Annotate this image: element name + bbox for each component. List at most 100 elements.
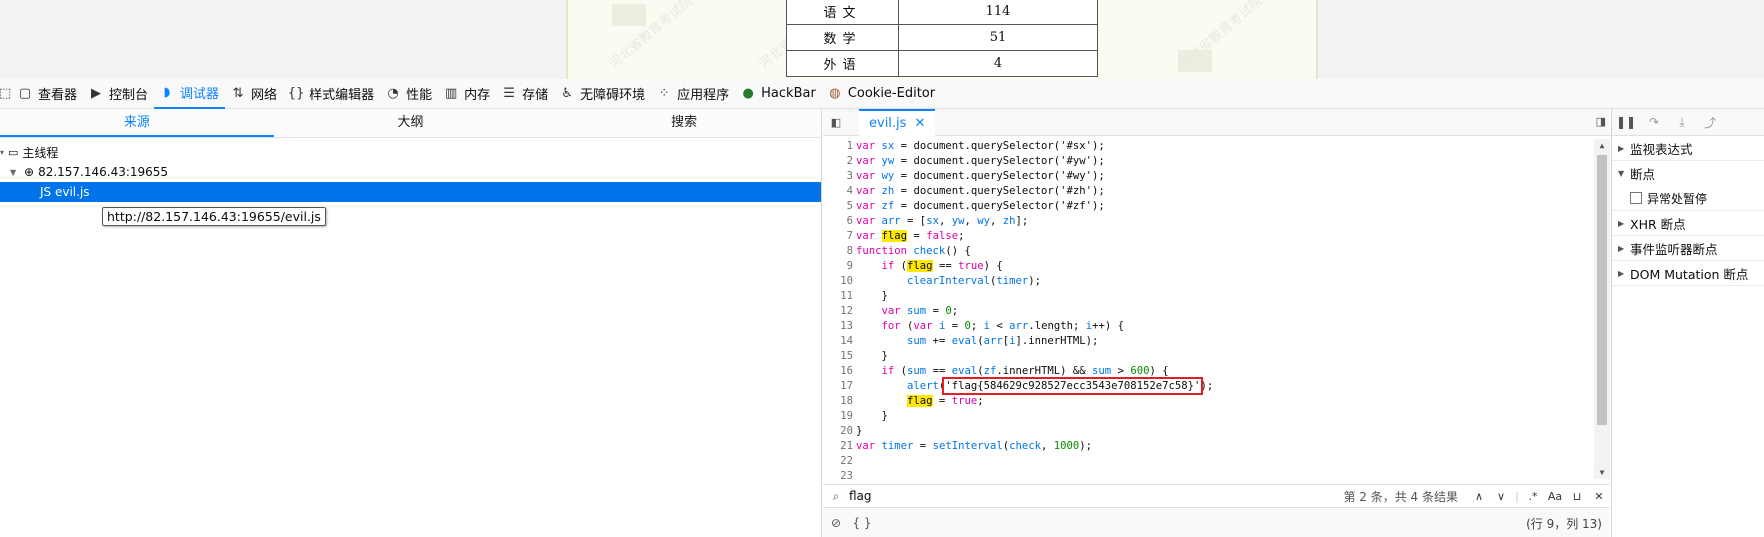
tab-debugger[interactable]: ◗ 调试器 — [154, 79, 226, 109]
editor-scrollbar[interactable]: ▲ ▼ — [1594, 139, 1610, 479]
tab-hackbar[interactable]: ● HackBar — [735, 79, 822, 109]
code-lines: var sx = document.querySelector('#sx'); … — [856, 140, 1214, 452]
tab-label: 存储 — [522, 88, 549, 103]
watermark-text: 河北省教育考试院 — [1176, 0, 1266, 73]
step-in-icon[interactable]: ⤓ — [1668, 115, 1696, 130]
chevron-up-icon[interactable]: ∧ — [1468, 490, 1490, 503]
storage-icon: ☰ — [503, 86, 515, 101]
watermark-block — [612, 4, 646, 26]
tab-label: 调试器 — [180, 87, 220, 102]
tab-storage[interactable]: ☰ 存储 — [496, 79, 554, 109]
console-icon: ▶ — [91, 86, 102, 101]
regex-toggle-button[interactable]: .* — [1522, 490, 1544, 503]
tree-label: JS evil.js — [40, 185, 90, 199]
disable-sourcemap-icon[interactable]: ⊘ — [823, 516, 849, 530]
event-listener-breakpoints-header[interactable]: ▶ 事件监听器断点 — [1612, 236, 1764, 261]
inspector-icon: ▢ — [18, 86, 32, 101]
case-sensitive-button[interactable]: Aa — [1544, 490, 1566, 503]
search-input[interactable]: flag — [849, 489, 1343, 503]
chevron-down-icon: ▼ — [1618, 169, 1625, 178]
debugger-sidebar: ❚❚ ↷ ⤓ ⤴ ▶ 监视表达式 ▼ 断点 异常处暂停 ▶ XHR 断点 ▶ 事… — [1611, 109, 1764, 537]
globe-icon: ⊕ — [24, 165, 35, 179]
step-out-icon[interactable]: ⤴ — [1696, 114, 1724, 131]
tab-label: 网络 — [251, 88, 278, 103]
editor-footer: ⊘ { } (行 9，列 13) — [823, 509, 1610, 537]
breakpoints-header[interactable]: ▼ 断点 — [1612, 161, 1764, 186]
right-sidebar-toggle-icon[interactable]: ◨ — [1596, 115, 1606, 128]
tab-label: 查看器 — [38, 88, 78, 103]
tree-item-main-thread[interactable]: ▾ ▭ 主线程 — [0, 142, 821, 162]
debugger-icon: ◗ — [163, 85, 171, 100]
tab-memory[interactable]: ▥ 内存 — [438, 79, 496, 109]
tab-label: 性能 — [406, 88, 433, 103]
search-bar: ⌕ flag 第 2 条，共 4 条结果 ∧ ∨ | .* Aa ⊔ ✕ — [823, 484, 1610, 508]
pause-on-exceptions-row[interactable]: 异常处暂停 — [1612, 186, 1764, 211]
tab-label: HackBar — [761, 86, 816, 101]
xhr-breakpoints-header[interactable]: ▶ XHR 断点 — [1612, 211, 1764, 236]
tab-accessibility[interactable]: ♿ 无障碍环境 — [554, 79, 651, 109]
tab-cookie-editor[interactable]: ◍ Cookie-Editor — [822, 79, 941, 109]
watch-expressions-header[interactable]: ▶ 监视表达式 — [1612, 136, 1764, 161]
chevron-right-icon: ▶ — [1618, 243, 1625, 253]
application-icon: ⁘ — [658, 86, 670, 101]
devtools-toolbar: ⬚ ▢ 查看器 ▶ 控制台 ◗ 调试器 ⇅ 网络 {} 样式编辑器 ◔ 性能 ▥… — [0, 79, 1764, 109]
close-icon[interactable]: ✕ — [914, 116, 925, 131]
whole-word-button[interactable]: ⊔ — [1566, 490, 1588, 503]
table-row: 外语 4 — [786, 49, 1098, 77]
tree-item-evil-js[interactable]: JS evil.js — [0, 182, 821, 202]
hackbar-icon: ● — [742, 86, 754, 101]
code-area[interactable]: 1234 5678 9 10 11 12 13 14 15 16 17 18 19 20 21 22… — [823, 139, 1610, 479]
score-cell: 4 — [898, 49, 1098, 77]
score-cell: 114 — [898, 0, 1098, 25]
tab-sources[interactable]: 来源 — [0, 109, 274, 137]
chevron-right-icon: ▶ — [1618, 268, 1625, 278]
cookie-editor-icon: ◍ — [829, 86, 841, 101]
scrollbar-thumb[interactable] — [1597, 155, 1607, 425]
score-cell: 51 — [898, 23, 1098, 51]
scroll-up-icon[interactable]: ▲ — [1594, 141, 1610, 150]
tree-item-host[interactable]: ▼ ⊕ 82.157.146.43:19655 — [0, 162, 821, 182]
debugger-controls: ❚❚ ↷ ⤓ ⤴ — [1612, 109, 1764, 136]
sidebar-toggle-icon[interactable]: ◧ — [823, 116, 849, 129]
tab-label: Cookie-Editor — [847, 86, 936, 101]
chevron-down-icon: ▾ — [0, 147, 5, 157]
score-table: 语文 114 数学 51 外语 4 — [786, 0, 1098, 77]
table-row: 语文 114 — [786, 0, 1098, 25]
accessibility-icon: ♿ — [561, 86, 573, 101]
tab-label: 内存 — [464, 88, 491, 103]
tab-label: 控制台 — [109, 88, 149, 103]
sources-subtabs: 来源 大纲 搜索 — [0, 109, 821, 138]
element-picker-button[interactable]: ⬚ — [0, 79, 12, 109]
tab-performance[interactable]: ◔ 性能 — [380, 79, 438, 109]
chevron-down-icon[interactable]: ∨ — [1490, 490, 1512, 503]
tree-label: 主线程 — [22, 145, 59, 160]
scroll-down-icon[interactable]: ▼ — [1594, 468, 1610, 477]
search-result-count: 第 2 条，共 4 条结果 — [1343, 489, 1458, 504]
tab-inspector[interactable]: ▢ 查看器 — [12, 79, 83, 109]
line-numbers: 1234 5678 9 10 11 12 13 14 15 16 17 18 19 20 21 22… — [840, 140, 853, 479]
chevron-right-icon: ▶ — [1618, 143, 1625, 153]
step-over-icon[interactable]: ↷ — [1640, 115, 1668, 129]
tree-label: 82.157.146.43:19655 — [38, 165, 169, 179]
pause-on-exceptions-checkbox[interactable] — [1630, 192, 1642, 204]
code-editor: ◧ evil.js ✕ ◨ 1234 5678 9 10 11 12 13 14 15 16… — [823, 108, 1610, 537]
pause-icon[interactable]: ❚❚ — [1612, 115, 1640, 129]
dom-mutation-breakpoints-header[interactable]: ▶ DOM Mutation 断点 — [1612, 261, 1764, 286]
subject-cell: 数学 — [786, 23, 899, 51]
close-search-icon[interactable]: ✕ — [1588, 490, 1610, 503]
chevron-right-icon: ▶ — [1618, 218, 1625, 228]
editor-tabs: ◧ evil.js ✕ ◨ — [823, 108, 1610, 136]
tab-search[interactable]: 搜索 — [547, 109, 821, 137]
tab-style-editor[interactable]: {} 样式编辑器 — [283, 79, 380, 109]
file-tab-label: evil.js — [869, 115, 907, 131]
pretty-print-button[interactable]: { } — [849, 516, 875, 530]
tab-application[interactable]: ⁘ 应用程序 — [651, 79, 735, 109]
tab-outline[interactable]: 大纲 — [274, 109, 548, 137]
tab-label: 无障碍环境 — [580, 88, 646, 103]
tab-evil-js[interactable]: evil.js ✕ — [859, 108, 936, 136]
divider: | — [1515, 489, 1519, 503]
subject-cell: 外语 — [786, 49, 899, 77]
tab-console[interactable]: ▶ 控制台 — [83, 79, 154, 109]
tab-network[interactable]: ⇅ 网络 — [225, 79, 283, 109]
tab-label: 样式编辑器 — [309, 88, 375, 103]
